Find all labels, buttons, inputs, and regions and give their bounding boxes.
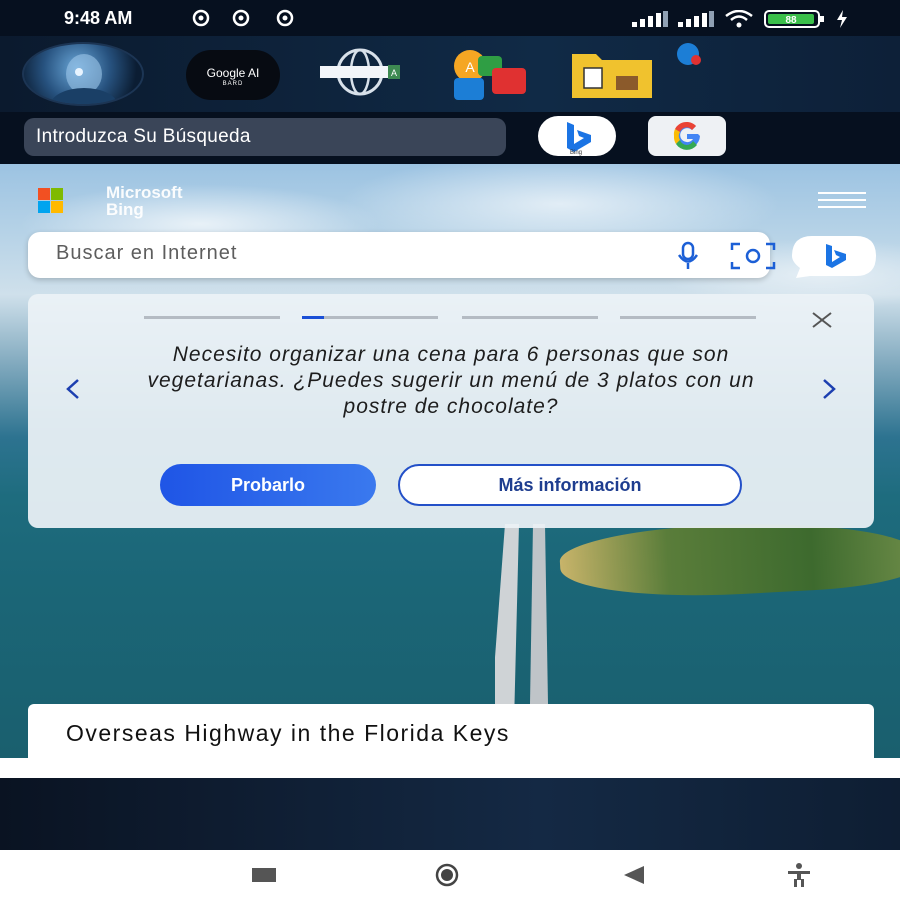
google-engine-button[interactable] (648, 116, 726, 156)
bing-search-box (28, 232, 776, 278)
battery-icon: 88 (764, 10, 824, 28)
bing-web-view: Microsoft Bing Necesito organizar una ce… (0, 164, 900, 758)
web-browser-icon[interactable]: A (314, 42, 406, 106)
notification-icon (276, 9, 294, 27)
notification-icon (232, 9, 250, 27)
clock: 9:48 AM (64, 8, 133, 28)
android-screen: 9:48 AM 88 Google AI BARD A A Introduzca… (0, 0, 900, 900)
microphone-icon[interactable] (672, 240, 704, 272)
file-manager-icon[interactable] (572, 42, 712, 106)
image-caption-title[interactable]: Overseas Highway in the Florida Keys (66, 720, 510, 747)
google-ai-bard-icon[interactable]: Google AI BARD (186, 50, 280, 100)
svg-text:88: 88 (785, 15, 797, 26)
carousel-progress-segment (620, 316, 756, 319)
web-view-bottom-strip (0, 758, 900, 778)
image-caption-card[interactable]: Overseas Highway in the Florida Keys (28, 704, 874, 758)
system-navigation-bar (0, 850, 900, 900)
bard-sublabel: BARD (222, 81, 244, 87)
bing-engine-button[interactable]: Bing (538, 116, 616, 156)
status-bar: 9:48 AM 88 (0, 0, 900, 36)
app-search-input[interactable]: Introduzca Su Búsqueda (24, 118, 506, 156)
signal-icon (632, 11, 668, 27)
svg-text:A: A (391, 68, 397, 78)
svg-text:A: A (465, 59, 475, 75)
bing-search-input[interactable] (56, 242, 616, 265)
carousel-progress-segment-active (302, 316, 438, 319)
avatar-icon[interactable] (22, 42, 144, 106)
signal-icon (678, 11, 714, 27)
app-search-row: Introduzca Su Búsqueda Bing (0, 112, 900, 164)
carousel-progress-segment (462, 316, 598, 319)
back-icon[interactable] (620, 862, 650, 888)
svg-text:Bing: Bing (570, 150, 582, 156)
home-icon[interactable] (432, 862, 462, 888)
try-button[interactable]: Probarlo (160, 464, 376, 506)
app-toolbar: Google AI BARD A A (0, 36, 900, 139)
carousel-progress-segment (144, 316, 280, 319)
copilot-chat-icon[interactable] (790, 234, 878, 278)
microsoft-logo-icon (38, 188, 63, 213)
status-indicators: 88 (632, 9, 848, 29)
bard-label: Google AI (206, 66, 260, 80)
notification-icon (192, 9, 210, 27)
bing-brand: Microsoft Bing (106, 184, 183, 218)
charging-icon (837, 10, 847, 28)
app-background-band (0, 778, 900, 850)
accessibility-icon[interactable] (784, 862, 814, 888)
wifi-icon (725, 10, 753, 28)
chevron-right-icon[interactable] (814, 374, 844, 404)
suggestion-prompt: Necesito organizar una cena para 6 perso… (147, 343, 755, 418)
suggestion-card: Necesito organizar una cena para 6 perso… (28, 294, 874, 528)
chevron-left-icon[interactable] (58, 374, 88, 404)
close-icon[interactable] (806, 304, 838, 336)
menu-icon[interactable] (818, 192, 866, 210)
brand-line-1: Microsoft (106, 183, 183, 202)
translate-icon[interactable]: A (448, 42, 532, 106)
brand-line-2: Bing (106, 200, 144, 219)
more-info-button[interactable]: Más información (398, 464, 742, 506)
recents-icon[interactable] (250, 862, 280, 888)
visual-search-icon[interactable] (728, 240, 778, 272)
